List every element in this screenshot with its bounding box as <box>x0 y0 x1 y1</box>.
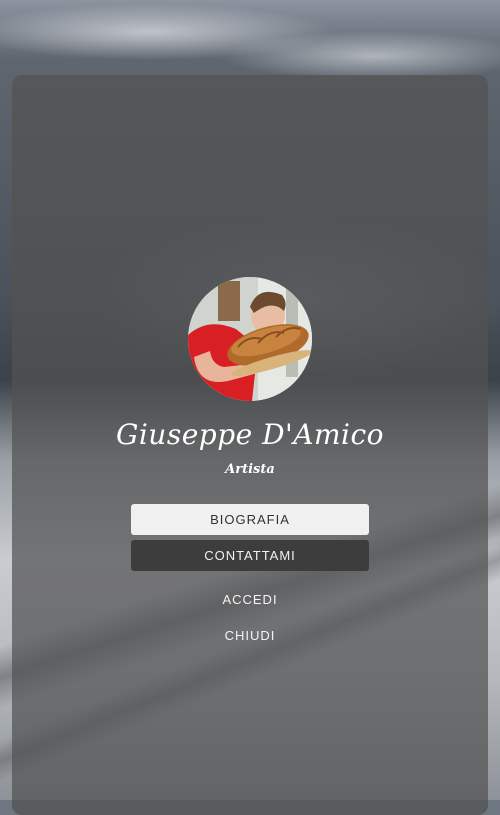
contact-button[interactable]: CONTATTAMI <box>131 540 369 571</box>
profile-role: Artista <box>225 462 275 477</box>
close-link[interactable]: CHIUDI <box>0 628 500 643</box>
avatar <box>188 277 312 401</box>
biography-button[interactable]: BIOGRAFIA <box>131 504 369 535</box>
avatar-image <box>188 277 312 401</box>
login-link[interactable]: ACCEDI <box>0 592 500 607</box>
profile-name: Giuseppe D'Amico <box>115 418 385 451</box>
